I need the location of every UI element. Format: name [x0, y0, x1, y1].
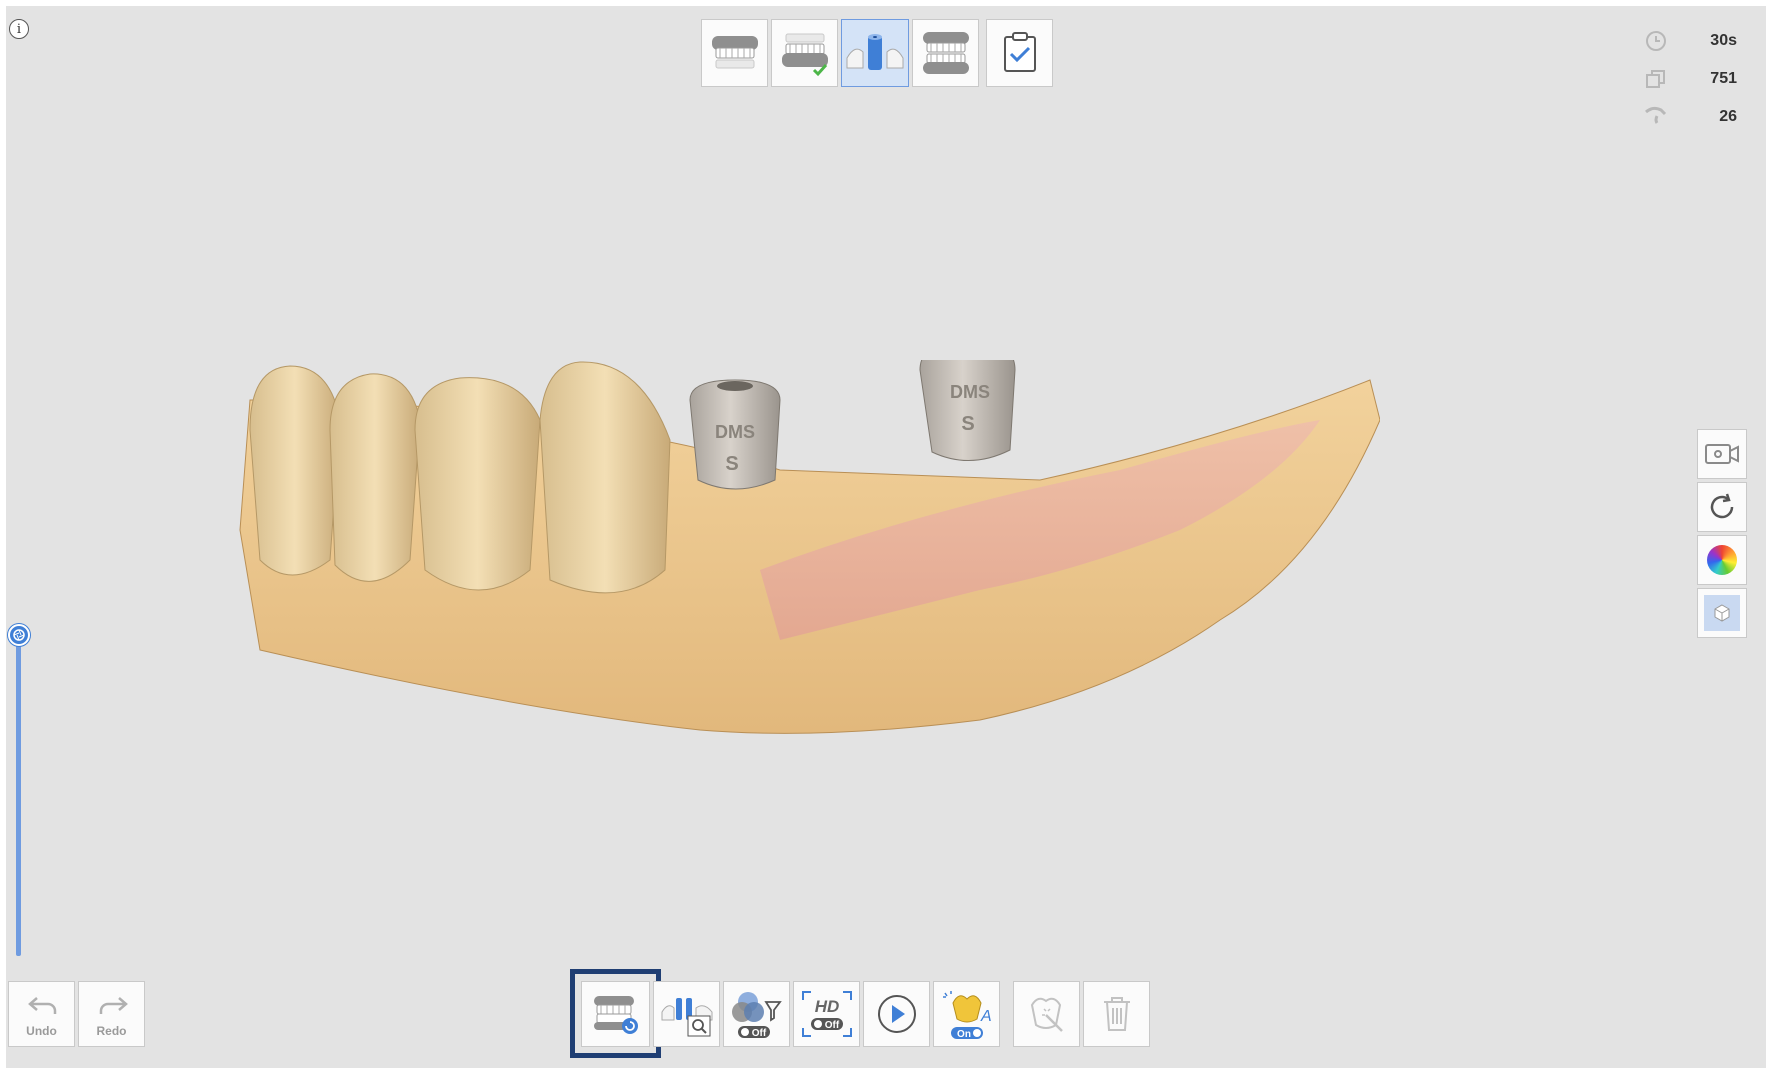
filter-level-slider-track[interactable]	[16, 634, 21, 956]
clipboard-check-icon	[1003, 32, 1036, 72]
tooth-3	[414, 377, 541, 591]
hd-mode-toggle-button[interactable]: HD Off	[793, 981, 860, 1047]
scanbody-right-label-top: DMS	[950, 382, 990, 402]
aperture-icon	[13, 629, 25, 641]
info-icon-glyph: i	[16, 21, 22, 37]
scanbody-left-label-top: DMS	[715, 422, 755, 442]
redo-icon	[99, 997, 128, 1014]
play-icon	[877, 995, 916, 1033]
color-wheel-icon	[1707, 545, 1737, 575]
color-map-button[interactable]	[1697, 535, 1747, 585]
video-camera-icon	[1705, 444, 1739, 464]
jaw-refresh-icon	[593, 996, 638, 1034]
scan-time-value: 30s	[1710, 32, 1737, 49]
shots-icon	[1646, 70, 1665, 88]
occlusion-icon	[922, 32, 969, 74]
undo-label: Undo	[26, 1024, 57, 1038]
stage-scanbody-button[interactable]	[841, 19, 909, 87]
magic-wand-tooth-icon	[1030, 997, 1063, 1032]
undo-button[interactable]: Undo	[8, 981, 75, 1047]
lower-jaw-check-icon	[781, 33, 828, 77]
stage-occlusion-button[interactable]	[912, 19, 979, 87]
scanbody-icon	[846, 34, 904, 70]
scanbody-search-icon	[661, 998, 712, 1037]
tooth-1	[249, 365, 341, 576]
redo-label: Redo	[96, 1024, 127, 1038]
delete-button[interactable]	[1083, 981, 1150, 1047]
camera-view-button[interactable]	[1697, 429, 1747, 479]
shot-count-value: 751	[1710, 70, 1737, 87]
tooth-4	[539, 361, 671, 594]
hd-mode-icon: HD Off	[801, 991, 852, 1037]
color-filter-icon: Off	[731, 992, 782, 1039]
redo-button[interactable]: Redo	[78, 981, 145, 1047]
stage-mandible-button[interactable]	[771, 19, 838, 87]
undo-icon	[28, 997, 57, 1014]
cube-icon-backdrop	[1704, 595, 1740, 631]
scanbody-right-label-bottom: S	[961, 413, 974, 435]
hd-label: HD	[814, 997, 839, 1016]
auto-state: On	[957, 1029, 971, 1040]
scanbody-right: DMS S	[919, 360, 1016, 461]
color-filter-toggle-button[interactable]: Off	[723, 981, 790, 1047]
magic-trim-button[interactable]	[1013, 981, 1080, 1047]
play-button[interactable]	[863, 981, 930, 1047]
hd-state: Off	[824, 1020, 839, 1031]
filter-level-slider-handle[interactable]	[8, 624, 30, 646]
upper-jaw-icon	[711, 36, 758, 69]
trash-icon	[1103, 997, 1130, 1031]
info-icon[interactable]: i	[9, 19, 29, 39]
teeth-group	[249, 361, 671, 594]
auto-scanbody-icon: A On	[942, 991, 992, 1040]
dental-scan-model[interactable]: DMS S DMS S	[220, 360, 1380, 740]
jaw-scan-refresh-button[interactable]	[581, 981, 650, 1047]
color-filter-state: Off	[751, 1028, 766, 1039]
stage-maxilla-button[interactable]	[701, 19, 768, 87]
scan-path-icon	[1645, 106, 1667, 124]
cube-icon	[1714, 604, 1730, 622]
tooth-2	[329, 373, 421, 582]
reset-view-button[interactable]	[1697, 482, 1747, 532]
refresh-icon	[1710, 493, 1734, 519]
scanbody-left-label-bottom: S	[725, 453, 738, 475]
texture-toggle-button[interactable]	[1697, 588, 1747, 638]
auto-letter-icon: A	[980, 1008, 992, 1025]
clock-icon	[1646, 31, 1666, 51]
stage-review-button[interactable]	[986, 19, 1053, 87]
segment-count-value: 26	[1719, 108, 1737, 125]
scanbody-library-button[interactable]	[653, 981, 720, 1047]
scanbody-left: DMS S	[689, 379, 781, 490]
auto-scanbody-toggle-button[interactable]: A On	[933, 981, 1000, 1047]
